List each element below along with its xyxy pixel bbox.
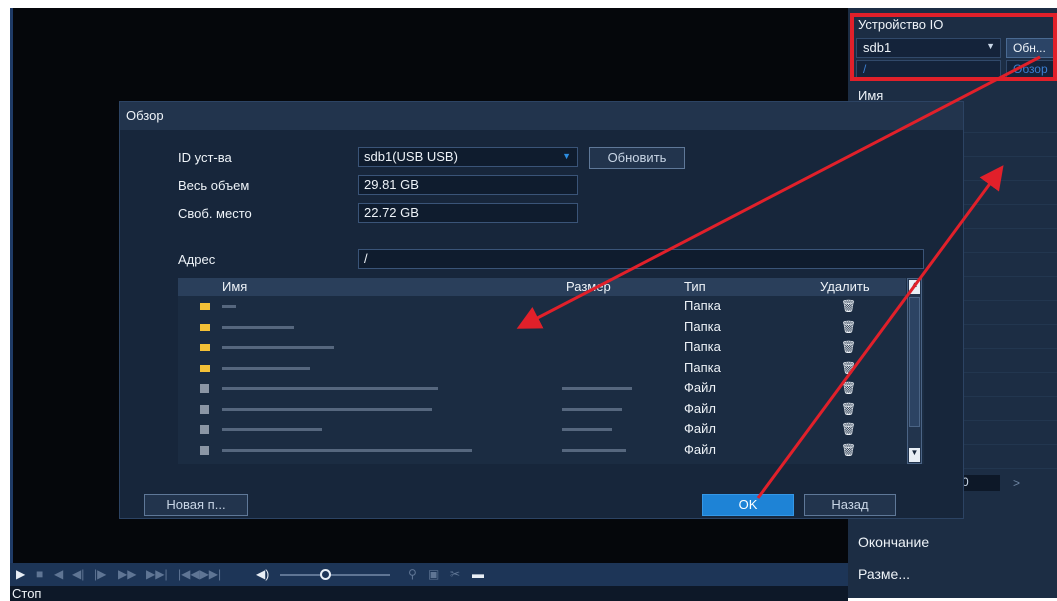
trash-icon[interactable]: 🗑 [841,340,856,354]
row-type: Папка [684,360,721,375]
trash-icon[interactable]: 🗑 [841,402,856,416]
file-icon [200,384,209,393]
volume-knob[interactable] [320,569,331,580]
clip-icon[interactable]: ✂ [450,567,460,581]
column-size[interactable]: Размер [566,279,611,294]
fast-forward-icon[interactable]: ▶▶| [146,567,168,581]
file-name-redacted [222,367,310,370]
volume-icon[interactable]: ◀) [256,567,269,581]
folder-icon [200,344,210,351]
side-page-input[interactable]: 0 [960,475,1000,491]
camera-icon[interactable]: ▣ [428,567,439,581]
stop-icon[interactable]: ■ [36,567,43,581]
new-folder-button[interactable]: Новая п... [144,494,248,516]
chevron-down-icon: ▼ [562,151,571,161]
folder-icon [200,324,210,331]
column-type[interactable]: Тип [684,279,706,294]
trash-icon[interactable]: 🗑 [841,381,856,395]
file-name-redacted [222,387,438,390]
ok-button[interactable]: OK [702,494,794,516]
free-space-field: 22.72 GB [358,203,578,223]
scroll-down-icon[interactable]: ▼ [909,448,920,462]
side-size-label: Разме... [858,566,911,582]
file-name-redacted [222,449,472,452]
file-name-redacted [222,408,432,411]
left-edge [0,8,10,598]
side-end-label: Окончание [858,534,930,550]
file-size-redacted [562,449,626,452]
dialog-title: Обзор [120,102,963,130]
refresh-button[interactable]: Обновить [589,147,685,169]
trash-icon[interactable]: 🗑 [841,361,856,375]
row-type: Папка [684,339,721,354]
table-header: Имя Размер Тип Удалить [178,278,906,296]
folder-icon [200,303,210,310]
trash-icon[interactable]: 🗑 [841,299,856,313]
smart-search-icon[interactable]: ⚲ [408,567,417,581]
file-size-redacted [562,428,612,431]
step-back-icon[interactable]: ◀| [72,567,84,581]
device-id-value: sdb1(USB USB) [364,149,458,164]
row-type: Файл [684,421,716,436]
total-size-label: Весь объем [178,178,250,193]
column-name[interactable]: Имя [222,279,247,294]
table-row[interactable]: Папка 🗑 [178,318,906,337]
play-icon[interactable]: ▶ [16,567,25,581]
table-row[interactable]: Папка 🗑 [178,359,906,378]
file-icon [200,425,209,434]
address-field[interactable]: / [358,249,924,269]
device-id-select[interactable]: sdb1(USB USB) ▼ [358,147,578,167]
step-forward-icon[interactable]: |▶ [94,567,106,581]
table-scrollbar[interactable]: ▲ ▼ [907,278,922,464]
table-row[interactable]: Файл 🗑 [178,379,906,398]
playback-toolbar: ▶ ■ ◀ ◀| |▶ ▶▶ ▶▶| |◀◀▶▶| ◀) ⚲ ▣ ✂ ▬ [10,563,848,586]
status-bar: Стоп [10,586,848,601]
file-name-redacted [222,326,294,329]
back-button[interactable]: Назад [804,494,896,516]
row-type: Файл [684,442,716,457]
file-size-redacted [562,408,622,411]
slow-icon[interactable]: ▶▶ [118,567,136,581]
row-type: Файл [684,401,716,416]
row-type: Файл [684,380,716,395]
scroll-thumb[interactable] [909,297,920,427]
rewind-icon[interactable]: ◀ [54,567,63,581]
volume-slider[interactable] [280,574,390,576]
column-delete: Удалить [820,279,870,294]
table-row[interactable]: Файл 🗑 [178,400,906,419]
file-name-redacted [222,346,334,349]
device-id-label: ID уст-ва [178,150,232,165]
file-name-redacted [222,428,322,431]
folder-icon [200,365,210,372]
record-icon[interactable]: ▬ [472,567,484,581]
chevron-right-icon[interactable]: > [1013,476,1020,490]
file-icon [200,446,209,455]
trash-icon[interactable]: 🗑 [841,422,856,436]
trash-icon[interactable]: 🗑 [841,320,856,334]
table-row[interactable]: Папка 🗑 [178,297,906,316]
annotation-highlight-box [850,13,1057,81]
skip-icon[interactable]: |◀◀▶▶| [178,567,221,581]
table-row[interactable]: Файл 🗑 [178,441,906,460]
file-table: Имя Размер Тип Удалить Папка 🗑 Папка 🗑 П… [178,278,924,464]
trash-icon[interactable]: 🗑 [841,443,856,457]
screen: Устройство IO sdb1 ▼ Обн... / Обзор Имя … [0,0,1057,601]
address-label: Адрес [178,252,216,267]
file-name-redacted [222,305,236,308]
file-icon [200,405,209,414]
row-type: Папка [684,298,721,313]
row-type: Папка [684,319,721,334]
free-space-label: Своб. место [178,206,252,221]
browse-dialog: Обзор ID уст-ва sdb1(USB USB) ▼ Обновить… [119,101,964,519]
total-size-field: 29.81 GB [358,175,578,195]
table-row[interactable]: Файл 🗑 [178,420,906,439]
table-row[interactable]: Папка 🗑 [178,338,906,357]
scroll-up-icon[interactable]: ▲ [909,280,920,294]
file-size-redacted [562,387,632,390]
